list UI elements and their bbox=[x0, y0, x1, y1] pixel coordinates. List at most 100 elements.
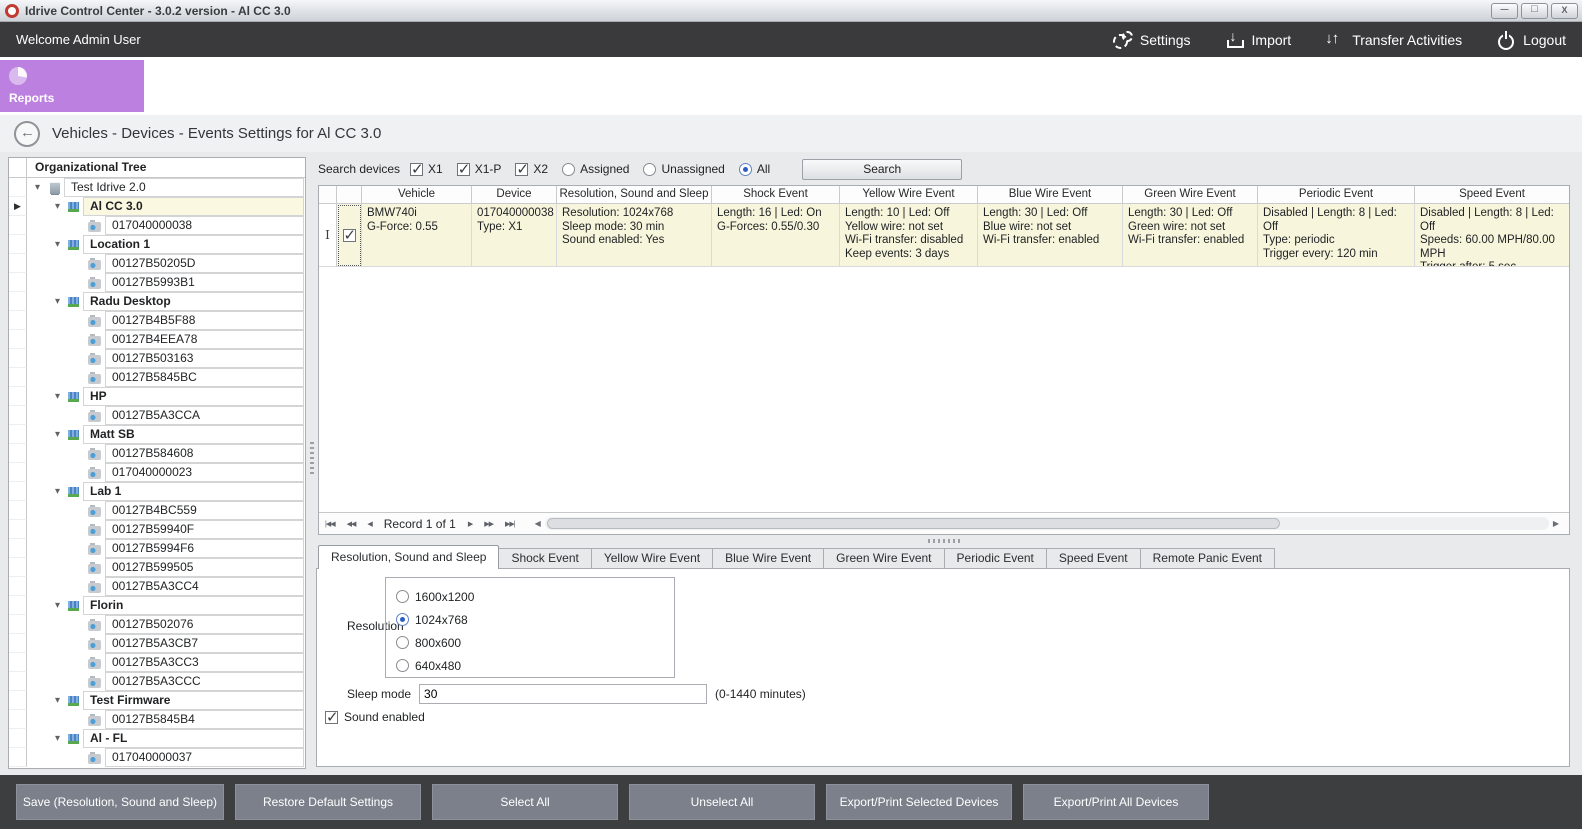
prev-page-button[interactable] bbox=[341, 520, 362, 528]
next-page-button[interactable] bbox=[478, 520, 499, 528]
detail-tab[interactable]: Yellow Wire Event bbox=[592, 548, 713, 569]
tree-item[interactable]: ▶ ▾ Al CC 3.0 bbox=[9, 197, 305, 216]
horizontal-splitter[interactable] bbox=[928, 539, 962, 543]
tree-item[interactable]: ▶ ▾ 00127B50205D bbox=[9, 254, 305, 273]
tree-expander-icon[interactable]: ▾ bbox=[55, 430, 67, 440]
detail-tab[interactable]: Resolution, Sound and Sleep bbox=[318, 545, 499, 569]
tree-item[interactable]: ▶ ▾ Test Idrive 2.0 bbox=[9, 178, 305, 197]
tree-item[interactable]: ▶ ▾ 017040000038 bbox=[9, 216, 305, 235]
tree-item[interactable]: ▶ ▾ 00127B59940F bbox=[9, 520, 305, 539]
tree-item[interactable]: ▶ ▾ 00127B5A3CCC bbox=[9, 672, 305, 691]
tree-expander-icon[interactable]: ▾ bbox=[35, 183, 47, 193]
tree-item[interactable]: ▶ ▾ Lab 1 bbox=[9, 482, 305, 501]
tree-item[interactable]: ▶ ▾ HP bbox=[9, 387, 305, 406]
tree-item[interactable]: ▶ ▾ 00127B4BC559 bbox=[9, 501, 305, 520]
sleep-mode-input[interactable] bbox=[419, 684, 707, 704]
tree-item[interactable]: ▶ ▾ Test Firmware bbox=[9, 691, 305, 710]
device-type-checkbox[interactable]: X2 bbox=[515, 162, 548, 176]
column-header[interactable]: Periodic Event bbox=[1258, 186, 1415, 204]
tree-item[interactable]: ▶ ▾ Al - FL bbox=[9, 729, 305, 748]
tree-expander-icon[interactable]: ▾ bbox=[55, 601, 67, 611]
footer-action-button[interactable]: Export/Print Selected Devices bbox=[826, 784, 1012, 820]
tree-expander-icon[interactable]: ▾ bbox=[55, 734, 67, 744]
tree-item[interactable]: ▶ ▾ 00127B5845B4 bbox=[9, 710, 305, 729]
tree-item[interactable]: ▶ ▾ 017040000037 bbox=[9, 748, 305, 767]
tree-item[interactable]: ▶ ▾ 00127B5A3CC3 bbox=[9, 653, 305, 672]
prev-record-button[interactable] bbox=[361, 520, 377, 528]
resolution-radio[interactable]: 640x480 bbox=[396, 654, 660, 677]
tree-item[interactable]: ▶ ▾ 00127B584608 bbox=[9, 444, 305, 463]
tree-expander-icon[interactable]: ▾ bbox=[55, 240, 67, 250]
tree-item[interactable]: ▶ ▾ 00127B4EEA78 bbox=[9, 330, 305, 349]
tree-expander-icon[interactable]: ▾ bbox=[55, 297, 67, 307]
maximize-button[interactable] bbox=[1521, 3, 1548, 19]
tree-expander-icon[interactable]: ▾ bbox=[55, 202, 67, 212]
tree-item[interactable]: ▶ ▾ Florin bbox=[9, 596, 305, 615]
grid-row-checkbox[interactable] bbox=[337, 204, 362, 267]
detail-tab[interactable]: Shock Event bbox=[499, 548, 591, 569]
footer-action-button[interactable]: Save (Resolution, Sound and Sleep) bbox=[16, 784, 224, 820]
column-header[interactable]: Vehicle bbox=[362, 186, 472, 204]
column-header[interactable]: Resolution, Sound and Sleep bbox=[557, 186, 712, 204]
top-action-button[interactable]: Settings bbox=[1113, 31, 1191, 49]
search-button[interactable]: Search bbox=[802, 159, 962, 180]
sound-enabled-row[interactable]: Sound enabled bbox=[325, 710, 425, 724]
tree-item[interactable]: ▶ ▾ Matt SB bbox=[9, 425, 305, 444]
assignment-filter-radio[interactable]: All bbox=[739, 162, 770, 176]
tree-item[interactable]: ▶ ▾ 00127B502076 bbox=[9, 615, 305, 634]
tree-item[interactable]: ▶ ▾ 00127B5A3CB7 bbox=[9, 634, 305, 653]
tree-item[interactable]: ▶ ▾ 00127B4B5F88 bbox=[9, 311, 305, 330]
tree-expander-icon[interactable]: ▾ bbox=[55, 696, 67, 706]
top-action-button[interactable]: Transfer Activities bbox=[1325, 31, 1462, 49]
last-record-button[interactable] bbox=[499, 520, 521, 528]
detail-tab[interactable]: Remote Panic Event bbox=[1141, 548, 1275, 569]
detail-tab[interactable]: Green Wire Event bbox=[824, 548, 944, 569]
module-tab[interactable]: Reports bbox=[0, 60, 144, 112]
assignment-filter-radio[interactable]: Unassigned bbox=[643, 162, 724, 176]
tree-expander-icon[interactable]: ▾ bbox=[55, 392, 67, 402]
tree-item[interactable]: ▶ ▾ 00127B5A3CC4 bbox=[9, 577, 305, 596]
tree-item[interactable]: ▶ ▾ 00127B5993B1 bbox=[9, 273, 305, 292]
scroll-right-icon[interactable]: ▶ bbox=[1549, 519, 1563, 528]
resolution-radio[interactable]: 1600x1200 bbox=[396, 585, 660, 608]
detail-tab[interactable]: Speed Event bbox=[1047, 548, 1141, 569]
close-button[interactable] bbox=[1551, 3, 1578, 19]
tree-item[interactable]: ▶ ▾ Radu Desktop bbox=[9, 292, 305, 311]
tree-item[interactable]: ▶ ▾ 00127B5994F6 bbox=[9, 539, 305, 558]
scrollbar-thumb[interactable] bbox=[547, 518, 1280, 529]
back-button[interactable] bbox=[14, 121, 40, 147]
detail-tab[interactable]: Blue Wire Event bbox=[713, 548, 824, 569]
tree-expander-icon[interactable]: ▾ bbox=[55, 487, 67, 497]
tree-item[interactable]: ▶ ▾ 00127B5845BC bbox=[9, 368, 305, 387]
horizontal-scrollbar[interactable]: ◀ ▶ bbox=[531, 516, 1563, 531]
scroll-left-icon[interactable]: ◀ bbox=[531, 519, 545, 528]
footer-action-button[interactable]: Select All bbox=[432, 784, 618, 820]
next-record-button[interactable] bbox=[462, 520, 478, 528]
device-type-checkbox[interactable]: X1 bbox=[410, 162, 443, 176]
column-header[interactable]: Speed Event bbox=[1415, 186, 1569, 204]
column-header[interactable]: Shock Event bbox=[712, 186, 840, 204]
column-header[interactable]: Yellow Wire Event bbox=[840, 186, 978, 204]
device-type-checkbox[interactable]: X1-P bbox=[457, 162, 502, 176]
tree-item[interactable]: ▶ ▾ 00127B599505 bbox=[9, 558, 305, 577]
top-action-button[interactable]: Import bbox=[1225, 31, 1292, 49]
vertical-splitter[interactable] bbox=[310, 440, 314, 474]
column-header[interactable]: Green Wire Event bbox=[1123, 186, 1258, 204]
tree-item[interactable]: ▶ ▾ 00127B5A3CCA bbox=[9, 406, 305, 425]
tree-item[interactable]: ▶ ▾ 017040000023 bbox=[9, 463, 305, 482]
tree-item[interactable]: ▶ ▾ 00127B503163 bbox=[9, 349, 305, 368]
assignment-filter-radio[interactable]: Assigned bbox=[562, 162, 629, 176]
top-action-button[interactable]: Logout bbox=[1496, 31, 1566, 49]
column-header[interactable]: Blue Wire Event bbox=[978, 186, 1123, 204]
first-record-button[interactable] bbox=[319, 520, 341, 528]
column-header[interactable]: Device bbox=[472, 186, 557, 204]
detail-tab[interactable]: Periodic Event bbox=[945, 548, 1047, 569]
sound-enabled-checkbox[interactable] bbox=[325, 711, 338, 724]
footer-action-button[interactable]: Restore Default Settings bbox=[235, 784, 421, 820]
footer-action-button[interactable]: Unselect All bbox=[629, 784, 815, 820]
device-row[interactable]: I BMW740i G-Force: 0.55 017040000038 Typ… bbox=[319, 204, 1569, 267]
footer-action-button[interactable]: Export/Print All Devices bbox=[1023, 784, 1209, 820]
resolution-radio[interactable]: 800x600 bbox=[396, 631, 660, 654]
minimize-button[interactable] bbox=[1491, 3, 1518, 19]
scrollbar-track[interactable] bbox=[545, 517, 1549, 530]
